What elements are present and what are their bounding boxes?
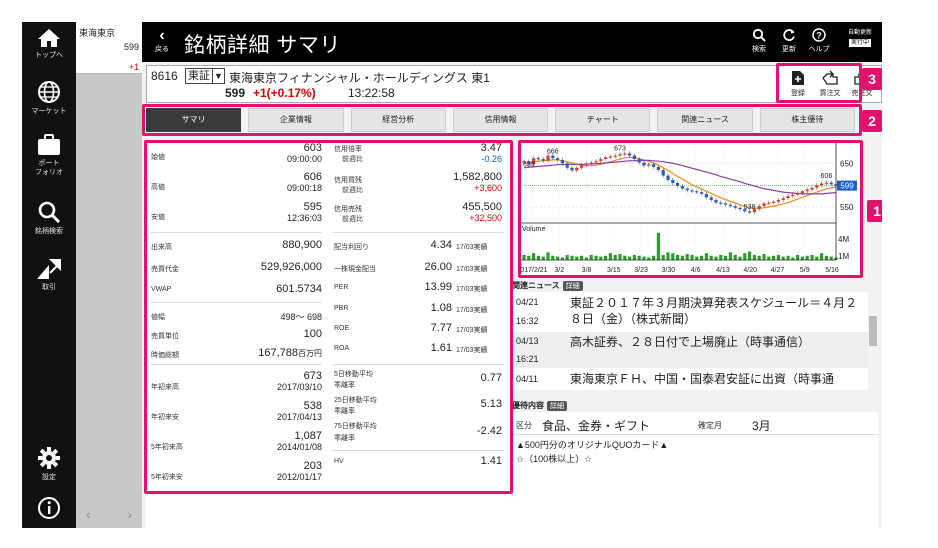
benefit-panel: 区分 食品、金券・ギフト 確定月 3月 ▲500円分のオリジナルQUOカード▲ … bbox=[512, 412, 878, 528]
news-date: 04/11 bbox=[516, 374, 538, 384]
news-title: 東証２０１７年３月期決算発表スケジュール＝４月２８日（金）（株式新聞） bbox=[570, 296, 858, 326]
stock-name-text: 東海東京フィナンシャル・ホールディングス bbox=[229, 71, 468, 85]
nav-info[interactable] bbox=[22, 496, 76, 523]
auto-refresh-label: 自動更新 bbox=[847, 30, 872, 36]
divider bbox=[512, 434, 878, 435]
nav-settings[interactable]: 設定 bbox=[22, 446, 76, 482]
nav-portfolio-label-2: フォリオ bbox=[35, 169, 63, 176]
refresh-button-label: 更新 bbox=[782, 46, 796, 53]
benefit-detail-button[interactable]: 詳細 bbox=[547, 401, 567, 411]
benefit-description-2: ☆（100株以上）☆ bbox=[516, 454, 593, 464]
chevron-left-icon[interactable]: ‹ bbox=[86, 506, 91, 522]
nav-top-label: トップへ bbox=[35, 52, 63, 59]
stock-name: 東海東京フィナンシャル・ホールディングス 東1 bbox=[229, 69, 490, 86]
gear-icon bbox=[38, 447, 60, 469]
news-item[interactable]: 04/13 16:21 高木証券、２８日付で上場廃止（時事通信） bbox=[512, 332, 868, 368]
nav-settings-label: 設定 bbox=[42, 474, 56, 481]
news-header-label: 関連ニュース bbox=[512, 281, 560, 290]
search-icon bbox=[752, 28, 766, 42]
help-button-label: ヘルプ bbox=[808, 46, 830, 53]
callout-frame-3 bbox=[776, 63, 862, 103]
callout-badge-2: 2 bbox=[862, 110, 882, 132]
nav-market-label: マーケット bbox=[31, 108, 67, 115]
help-button[interactable]: ? ヘルプ bbox=[804, 28, 834, 54]
callout-badge-1: 1 bbox=[867, 200, 882, 222]
watchlist-pager: ‹ › bbox=[86, 506, 132, 522]
nav-trade-label: 取引 bbox=[42, 284, 56, 291]
info-icon bbox=[38, 497, 60, 519]
page-title: 銘柄詳細 サマリ bbox=[184, 34, 341, 57]
watchlist-item-name: 東海東京 bbox=[79, 28, 116, 38]
nav-portfolio-label-1: ポート bbox=[38, 160, 60, 167]
benefit-category-value: 食品、金券・ギフト bbox=[542, 419, 651, 433]
price-time: 13:22:58 bbox=[348, 86, 395, 100]
benefit-description-1: ▲500円分のオリジナルQUOカード▲ bbox=[516, 440, 669, 450]
market-select-value: 東証 bbox=[188, 70, 210, 82]
trade-icon bbox=[37, 259, 61, 279]
chevron-down-icon: ▼ bbox=[212, 69, 224, 83]
briefcase-icon bbox=[38, 134, 60, 155]
header-bar: ‹ 戻る 銘柄詳細 サマリ 検索 更新 ? ヘルプ 自動更新 実行中 bbox=[142, 22, 882, 62]
nav-trade[interactable]: 取引 bbox=[22, 258, 76, 292]
news-time: 16:32 bbox=[516, 316, 539, 326]
search-icon bbox=[38, 201, 61, 224]
market-select[interactable]: 東証 ▼ bbox=[185, 68, 225, 84]
nav-portfolio[interactable]: ポート フォリオ bbox=[22, 134, 76, 177]
search-button[interactable]: 検索 bbox=[744, 28, 774, 54]
refresh-button[interactable]: 更新 bbox=[774, 28, 804, 54]
back-button[interactable]: ‹ 戻る bbox=[150, 28, 174, 54]
app-window: トップへ マーケット ポート フォリオ 銘柄検索 取引 設定 東海東京 599 … bbox=[22, 22, 882, 528]
nav-search-label: 銘柄検索 bbox=[35, 228, 63, 235]
news-item[interactable]: 04/11 東海東京ＦＨ、中国・国泰君安証に出資（時事通 bbox=[512, 368, 868, 390]
left-nav: トップへ マーケット ポート フォリオ 銘柄検索 取引 設定 bbox=[22, 22, 76, 528]
nav-top[interactable]: トップへ bbox=[22, 28, 76, 60]
chevron-right-icon[interactable]: › bbox=[127, 506, 132, 522]
watchlist-column: 東海東京 599 +1 ‹ › bbox=[76, 22, 142, 528]
news-title: 東海東京ＦＨ、中国・国泰君安証に出資（時事通 bbox=[570, 372, 835, 386]
refresh-icon bbox=[783, 29, 795, 41]
news-time: 16:21 bbox=[516, 354, 539, 364]
callout-frame-2 bbox=[142, 104, 862, 136]
benefit-category-label: 区分 bbox=[516, 421, 532, 430]
stock-section: 東1 bbox=[471, 71, 490, 85]
news-detail-button[interactable]: 詳細 bbox=[562, 281, 583, 291]
chevron-left-icon: ‹ bbox=[159, 27, 165, 44]
news-header: 関連ニュース 詳細 bbox=[512, 280, 583, 291]
benefit-header-label: 優待内容 bbox=[512, 401, 544, 410]
benefit-header: 優待内容 詳細 bbox=[512, 400, 567, 411]
help-icon: ? bbox=[812, 28, 826, 42]
news-title: 高木証券、２８日付で上場廃止（時事通信） bbox=[570, 335, 811, 349]
news-date: 04/21 bbox=[516, 297, 539, 307]
search-button-label: 検索 bbox=[752, 46, 766, 53]
globe-icon bbox=[38, 81, 60, 103]
stock-info-bar: 8616 東証 ▼ 東海東京フィナンシャル・ホールディングス 東1 599 +1(… bbox=[146, 65, 778, 103]
back-label: 戻る bbox=[155, 46, 169, 53]
news-list: 04/21 16:32 東証２０１７年３月期決算発表スケジュール＝４月２８日（金… bbox=[512, 292, 878, 390]
auto-refresh-toggle[interactable]: 自動更新 実行中 bbox=[844, 29, 876, 47]
stock-code: 8616 bbox=[151, 69, 178, 83]
watchlist-item[interactable]: 東海東京 599 +1 bbox=[76, 22, 142, 74]
watchlist-item-price: 599 bbox=[123, 42, 139, 52]
price-change: +1(+0.17%) bbox=[253, 86, 316, 100]
benefit-month-label: 確定月 bbox=[698, 421, 722, 430]
svg-text:?: ? bbox=[816, 31, 822, 41]
nav-search[interactable]: 銘柄検索 bbox=[22, 200, 76, 236]
auto-refresh-state: 実行中 bbox=[848, 39, 871, 47]
news-scroll-thumb[interactable] bbox=[869, 316, 877, 346]
nav-market[interactable]: マーケット bbox=[22, 80, 76, 116]
current-price: 599 bbox=[225, 86, 246, 100]
callout-frame-1 bbox=[144, 140, 513, 494]
news-scrollbar[interactable] bbox=[868, 292, 878, 390]
home-icon bbox=[38, 29, 60, 47]
benefit-month-value: 3月 bbox=[752, 419, 771, 433]
callout-frame-1-chart bbox=[518, 140, 863, 278]
callout-badge-3: 3 bbox=[862, 68, 882, 90]
news-date: 04/13 bbox=[516, 336, 539, 346]
news-item[interactable]: 04/21 16:32 東証２０１７年３月期決算発表スケジュール＝４月２８日（金… bbox=[512, 292, 868, 332]
watchlist-item-change: +1 bbox=[128, 62, 139, 72]
